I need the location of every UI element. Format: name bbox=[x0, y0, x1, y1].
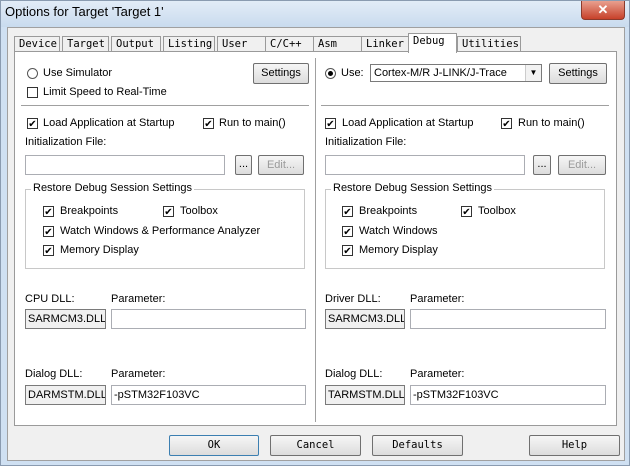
debugger-select-value: Cortex-M/R J-LINK/J-Trace bbox=[374, 67, 507, 79]
right-load-app-label: Load Application at Startup bbox=[342, 117, 474, 129]
cpu-dll-input[interactable]: SARMCM3.DLL bbox=[25, 309, 106, 329]
driver-dll-input[interactable]: SARMCM3.DLL bbox=[325, 309, 405, 329]
tab-output[interactable]: Output bbox=[111, 36, 161, 51]
left-dialog-dll-input[interactable]: DARMSTM.DLL bbox=[25, 385, 106, 405]
left-memory-checkbox[interactable]: ✔ bbox=[43, 245, 54, 257]
right-run-to-main-label: Run to main() bbox=[518, 117, 585, 129]
dialog-client: Device Target Output Listing User C/C++ … bbox=[7, 27, 625, 461]
left-init-file-label: Initialization File: bbox=[25, 136, 107, 148]
right-edit-button[interactable]: Edit... bbox=[558, 155, 606, 175]
driver-param-input[interactable] bbox=[410, 309, 606, 329]
right-watch-label: Watch Windows bbox=[359, 225, 438, 237]
left-restore-title: Restore Debug Session Settings bbox=[31, 182, 194, 194]
chevron-down-icon[interactable]: ▼ bbox=[525, 65, 541, 81]
close-button[interactable]: ✕ bbox=[581, 1, 625, 20]
tab-cpp[interactable]: C/C++ bbox=[265, 36, 315, 51]
left-dialog-param-input[interactable]: -pSTM32F103VC bbox=[111, 385, 306, 405]
tab-asm[interactable]: Asm bbox=[313, 36, 363, 51]
limit-speed-checkbox[interactable] bbox=[27, 87, 38, 98]
left-load-app-label: Load Application at Startup bbox=[43, 117, 175, 129]
cpu-param-label: Parameter: bbox=[111, 293, 166, 305]
right-dialog-dll-input[interactable]: TARMSTM.DLL bbox=[325, 385, 405, 405]
cpu-param-input[interactable] bbox=[111, 309, 306, 329]
use-simulator-label: Use Simulator bbox=[43, 67, 113, 79]
left-load-app-checkbox[interactable]: ✔ bbox=[27, 118, 38, 130]
left-breakpoints-label: Breakpoints bbox=[60, 205, 119, 217]
right-restore-title: Restore Debug Session Settings bbox=[331, 182, 494, 194]
window-title: Options for Target 'Target 1' bbox=[5, 4, 164, 19]
left-dialog-param-label: Parameter: bbox=[111, 368, 166, 380]
cancel-button[interactable]: Cancel bbox=[270, 435, 361, 456]
left-separator bbox=[21, 105, 309, 107]
left-toolbox-label: Toolbox bbox=[180, 205, 218, 217]
debugger-settings-button[interactable]: Settings bbox=[549, 63, 607, 84]
use-label: Use: bbox=[341, 67, 364, 79]
tab-linker[interactable]: Linker bbox=[361, 36, 409, 51]
left-watch-checkbox[interactable]: ✔ bbox=[43, 226, 54, 238]
left-run-to-main-checkbox[interactable]: ✔ bbox=[203, 118, 214, 130]
right-dialog-dll-label: Dialog DLL: bbox=[325, 368, 383, 380]
right-toolbox-checkbox[interactable]: ✔ bbox=[461, 206, 472, 218]
limit-speed-label: Limit Speed to Real-Time bbox=[43, 86, 167, 98]
tab-debug[interactable]: Debug bbox=[408, 33, 457, 53]
tab-listing[interactable]: Listing bbox=[163, 36, 215, 51]
left-dialog-dll-label: Dialog DLL: bbox=[25, 368, 83, 380]
tab-user[interactable]: User bbox=[217, 36, 267, 51]
left-init-file-input[interactable] bbox=[25, 155, 225, 175]
right-separator bbox=[321, 105, 609, 107]
use-simulator-radio[interactable] bbox=[27, 68, 38, 79]
debugger-select[interactable]: Cortex-M/R J-LINK/J-Trace ▼ bbox=[370, 64, 542, 82]
title-bar[interactable]: Options for Target 'Target 1' ✕ bbox=[1, 1, 629, 27]
debug-panel: Use Simulator Settings Limit Speed to Re… bbox=[14, 51, 617, 426]
right-breakpoints-checkbox[interactable]: ✔ bbox=[342, 206, 353, 218]
tab-target[interactable]: Target bbox=[62, 36, 109, 51]
driver-dll-label: Driver DLL: bbox=[325, 293, 381, 305]
simulator-settings-button[interactable]: Settings bbox=[253, 63, 309, 84]
right-browse-button[interactable]: ... bbox=[533, 155, 551, 175]
right-breakpoints-label: Breakpoints bbox=[359, 205, 418, 217]
right-init-file-label: Initialization File: bbox=[325, 136, 407, 148]
right-memory-label: Memory Display bbox=[359, 244, 438, 256]
help-button[interactable]: Help bbox=[529, 435, 620, 456]
tab-utilities[interactable]: Utilities bbox=[457, 36, 521, 51]
options-dialog: Options for Target 'Target 1' ✕ Device T… bbox=[0, 0, 630, 466]
right-memory-checkbox[interactable]: ✔ bbox=[342, 245, 353, 257]
left-watch-label: Watch Windows & Performance Analyzer bbox=[60, 225, 261, 237]
right-dialog-param-input[interactable]: -pSTM32F103VC bbox=[410, 385, 606, 405]
right-dialog-param-label: Parameter: bbox=[410, 368, 465, 380]
left-toolbox-checkbox[interactable]: ✔ bbox=[163, 206, 174, 218]
left-edit-button[interactable]: Edit... bbox=[258, 155, 304, 175]
ok-button[interactable]: OK bbox=[169, 435, 259, 456]
right-watch-checkbox[interactable]: ✔ bbox=[342, 226, 353, 238]
left-memory-label: Memory Display bbox=[60, 244, 139, 256]
defaults-button[interactable]: Defaults bbox=[372, 435, 463, 456]
cpu-dll-label: CPU DLL: bbox=[25, 293, 75, 305]
right-load-app-checkbox[interactable]: ✔ bbox=[325, 118, 336, 130]
column-separator bbox=[315, 58, 316, 422]
left-browse-button[interactable]: ... bbox=[235, 155, 252, 175]
tab-device[interactable]: Device bbox=[14, 36, 60, 51]
right-init-file-input[interactable] bbox=[325, 155, 525, 175]
driver-param-label: Parameter: bbox=[410, 293, 465, 305]
right-run-to-main-checkbox[interactable]: ✔ bbox=[501, 118, 512, 130]
use-debugger-radio[interactable] bbox=[325, 68, 336, 79]
left-run-to-main-label: Run to main() bbox=[219, 117, 286, 129]
left-breakpoints-checkbox[interactable]: ✔ bbox=[43, 206, 54, 218]
right-toolbox-label: Toolbox bbox=[478, 205, 516, 217]
